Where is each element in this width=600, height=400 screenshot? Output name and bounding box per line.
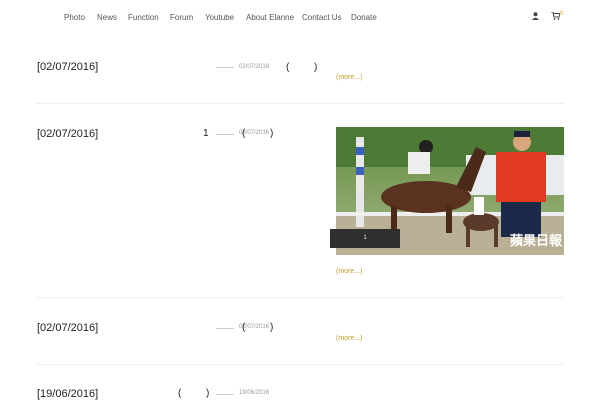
- nav-forum[interactable]: Forum: [170, 13, 193, 22]
- cart-count-badge: 0: [560, 11, 564, 17]
- paren-open: (: [286, 62, 290, 73]
- post-number: 1: [203, 128, 209, 139]
- read-more-link[interactable]: (more...): [336, 74, 362, 81]
- separator-dash: [216, 328, 234, 329]
- divider: [36, 103, 564, 104]
- nav-photo[interactable]: Photo: [64, 13, 85, 22]
- photo-caption: 1: [330, 229, 400, 248]
- separator-dash: [216, 134, 234, 135]
- nav-youtube[interactable]: Youtube: [205, 13, 234, 22]
- separator-dash: [216, 67, 234, 68]
- top-navigation: Photo News Function Forum Youtube About …: [0, 0, 600, 36]
- nav-about-elanne[interactable]: About Elanne: [246, 13, 294, 22]
- paren-close: ): [206, 388, 210, 399]
- read-more-link[interactable]: (more...): [336, 268, 362, 275]
- post-date: [19/06/2016]: [37, 388, 99, 400]
- paren-open: (: [242, 322, 246, 333]
- divider: [36, 364, 564, 365]
- image-watermark: 蘋果日報: [510, 233, 563, 249]
- paren-close: ): [314, 62, 318, 73]
- post-small-date: 02/07/2016: [239, 64, 270, 70]
- read-more-link[interactable]: (more...): [336, 335, 362, 342]
- post-date: [02/07/2016]: [37, 61, 99, 73]
- divider: [36, 297, 564, 298]
- nav-donate[interactable]: Donate: [351, 13, 377, 22]
- paren-close: ): [270, 128, 274, 139]
- nav-contact-us[interactable]: Contact Us: [302, 13, 342, 22]
- post-small-date: 19/06/2016: [239, 390, 270, 396]
- cart-icon[interactable]: [551, 11, 561, 22]
- paren-close: ): [270, 322, 274, 333]
- post-date: [02/07/2016]: [37, 322, 99, 334]
- paren-open: (: [178, 388, 182, 399]
- post-date: [02/07/2016]: [37, 128, 99, 140]
- nav-news[interactable]: News: [97, 13, 117, 22]
- user-icon[interactable]: [532, 12, 539, 22]
- separator-dash: [216, 394, 234, 395]
- paren-open: (: [242, 128, 246, 139]
- nav-function[interactable]: Function: [128, 13, 159, 22]
